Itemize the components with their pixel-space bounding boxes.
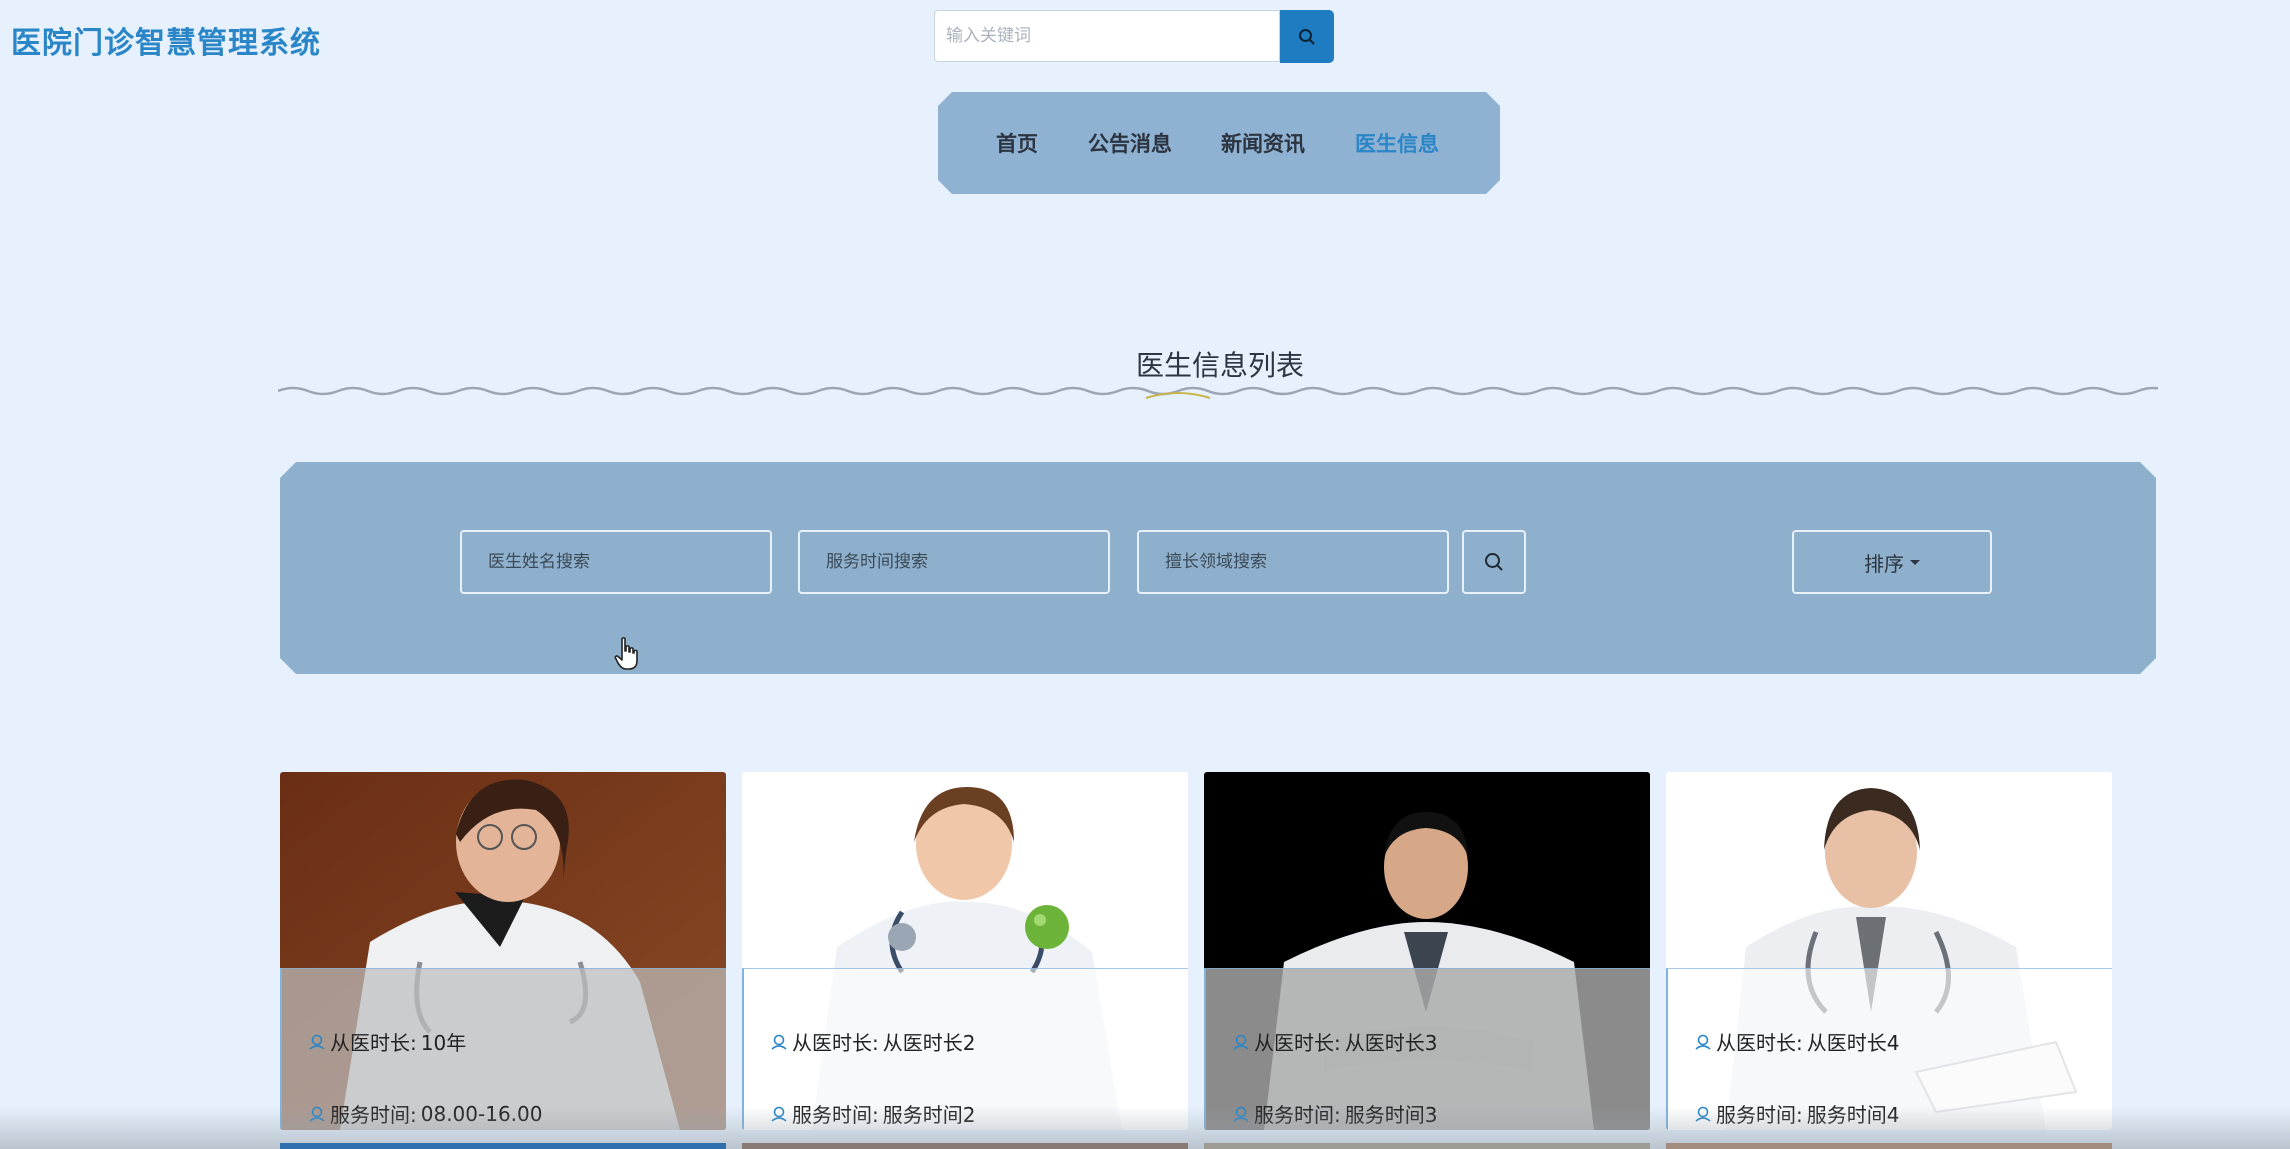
nav-item-home[interactable]: 首页: [996, 128, 1038, 158]
service-time-label: 服务时间:: [1716, 1103, 1803, 1127]
service-time-value: 08.00-16.00: [420, 1101, 543, 1126]
user-icon: [1233, 1106, 1249, 1122]
user-icon: [771, 1034, 787, 1050]
doctor-info-panel: 从医时长: 10年 服务时间: 08.00-16.00: [280, 968, 726, 1130]
experience-value: 从医时长3: [1344, 1031, 1438, 1055]
filter-search-button[interactable]: [1462, 530, 1526, 594]
doctor-card[interactable]: 从医时长: 10年 服务时间: 08.00-16.00: [280, 772, 726, 1130]
site-title: 医院门诊智慧管理系统: [11, 26, 321, 61]
user-icon: [309, 1034, 325, 1050]
service-time-search-input[interactable]: [798, 530, 1110, 594]
top-search-bar: [934, 10, 1334, 64]
caret-down-icon: [1910, 560, 1920, 565]
next-row-card-edge: [742, 1143, 1188, 1149]
next-row-card-edge: [1204, 1143, 1650, 1149]
user-icon: [771, 1106, 787, 1122]
user-icon: [309, 1106, 325, 1122]
service-time-line: 服务时间: 08.00-16.00: [308, 1099, 542, 1128]
nav-item-announcements[interactable]: 公告消息: [1088, 128, 1172, 158]
experience-label: 从医时长:: [1254, 1031, 1341, 1055]
doctor-info-panel: 从医时长: 从医时长2 服务时间: 服务时间2: [742, 968, 1188, 1130]
sort-dropdown-button[interactable]: 排序: [1792, 530, 1992, 594]
doctor-name-search-input[interactable]: [460, 530, 772, 594]
sort-label: 排序: [1864, 551, 1904, 576]
experience-value: 10年: [420, 1031, 467, 1055]
search-icon: [1299, 28, 1315, 44]
service-time-line: 服务时间: 服务时间2: [770, 1099, 975, 1128]
experience-value: 从医时长4: [1806, 1031, 1900, 1055]
specialty-search-input[interactable]: [1137, 530, 1449, 594]
experience-line: 从医时长: 10年: [308, 1027, 466, 1056]
doctor-card[interactable]: 从医时长: 从医时长4 服务时间: 服务时间4: [1666, 772, 2112, 1130]
user-icon: [1695, 1106, 1711, 1122]
service-time-label: 服务时间:: [792, 1103, 879, 1127]
main-nav: 首页 公告消息 新闻资讯 医生信息: [938, 92, 1500, 194]
experience-line: 从医时长: 从医时长4: [1694, 1027, 1899, 1056]
experience-label: 从医时长:: [330, 1031, 417, 1055]
service-time-value: 服务时间2: [882, 1103, 976, 1127]
doctor-info-panel: 从医时长: 从医时长3 服务时间: 服务时间3: [1204, 968, 1650, 1130]
top-search-button[interactable]: [1280, 10, 1334, 63]
experience-line: 从医时长: 从医时长3: [1232, 1027, 1437, 1056]
service-time-value: 服务时间4: [1806, 1103, 1900, 1127]
next-row-card-edge: [1666, 1143, 2112, 1149]
service-time-label: 服务时间:: [330, 1103, 417, 1127]
service-time-line: 服务时间: 服务时间3: [1232, 1099, 1437, 1128]
hand-cursor-icon: [614, 637, 638, 670]
next-row-card-edge: [280, 1143, 726, 1149]
doctor-card[interactable]: 从医时长: 从医时长2 服务时间: 服务时间2: [742, 772, 1188, 1130]
user-icon: [1695, 1034, 1711, 1050]
experience-label: 从医时长:: [792, 1031, 879, 1055]
nav-item-doctors[interactable]: 医生信息: [1355, 128, 1439, 158]
filter-panel: 排序: [280, 462, 2156, 674]
service-time-value: 服务时间3: [1344, 1103, 1438, 1127]
service-time-label: 服务时间:: [1254, 1103, 1341, 1127]
user-icon: [1233, 1034, 1249, 1050]
wave-divider: [278, 386, 2158, 399]
nav-item-news[interactable]: 新闻资讯: [1221, 128, 1305, 158]
doctor-card[interactable]: 从医时长: 从医时长3 服务时间: 服务时间3: [1204, 772, 1650, 1130]
search-icon: [1483, 551, 1505, 573]
service-time-line: 服务时间: 服务时间4: [1694, 1099, 1899, 1128]
doctor-info-panel: 从医时长: 从医时长4 服务时间: 服务时间4: [1666, 968, 2112, 1130]
experience-label: 从医时长:: [1716, 1031, 1803, 1055]
experience-value: 从医时长2: [882, 1031, 976, 1055]
top-search-input[interactable]: [934, 10, 1280, 62]
experience-line: 从医时长: 从医时长2: [770, 1027, 975, 1056]
